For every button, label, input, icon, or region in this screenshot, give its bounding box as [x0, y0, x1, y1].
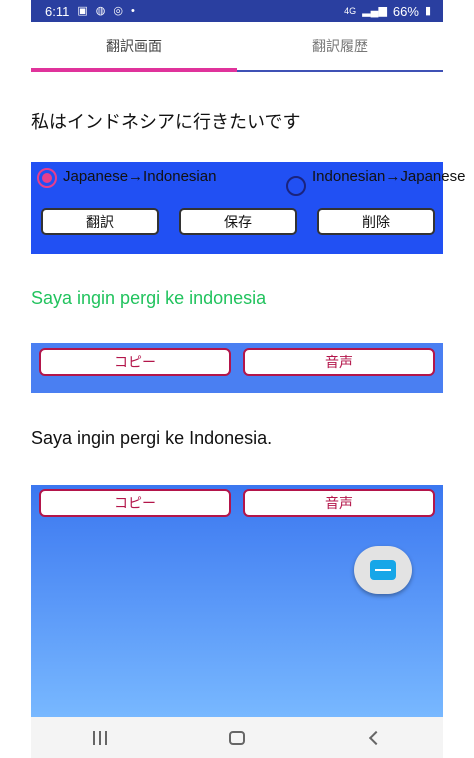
second-buttons: コピー 音声 [39, 489, 435, 517]
speak-button[interactable]: 音声 [243, 348, 435, 376]
home-icon [228, 730, 245, 745]
signal-icon: ▂▄▆ [362, 4, 387, 17]
gallery-icon: ▣ [77, 4, 88, 17]
floating-action-button[interactable] [354, 546, 412, 594]
system-nav-bar [31, 717, 443, 758]
battery-level: 66% [392, 3, 419, 19]
browser-icon: ◍ [95, 4, 106, 17]
control-panel: Japanese→Indonesian Indonesian→Japanese … [31, 162, 465, 254]
radio-id-to-ja-label: Indonesian→Japanese [312, 168, 466, 185]
tab-bar: 翻訳画面 翻訳履歴 [31, 22, 443, 72]
copy-button[interactable]: コピー [39, 348, 231, 376]
status-bar: 6:11 ▣ ◍ ◎ • 4G ▂▄▆ 66% ▮ [31, 0, 443, 22]
back-button[interactable] [344, 723, 404, 753]
radio-ja-to-id[interactable]: Japanese→Indonesian [37, 168, 216, 188]
home-button[interactable] [207, 723, 267, 753]
network-type: 4G [344, 6, 357, 16]
result-buttons: コピー 音声 [39, 348, 435, 376]
action-buttons: 翻訳 保存 削除 [41, 208, 435, 235]
second-copy-button[interactable]: コピー [39, 489, 231, 517]
radio-id-to-ja[interactable]: Indonesian→Japanese [286, 168, 465, 196]
chrome-icon: ◎ [113, 4, 123, 17]
status-time: 6:11 [45, 3, 70, 19]
recents-button[interactable] [70, 723, 130, 753]
keyboard-icon [370, 560, 396, 580]
second-speak-button[interactable]: 音声 [243, 489, 435, 517]
radio-checked-icon [37, 168, 57, 188]
notification-dot-icon: • [130, 4, 135, 17]
second-action-panel: コピー 音声 [31, 485, 443, 717]
second-result-text: Saya ingin pergi ke Indonesia. [31, 428, 273, 448]
back-icon [369, 730, 384, 745]
tab-translate[interactable]: 翻訳画面 [31, 22, 237, 72]
recents-icon [92, 730, 107, 745]
radio-unchecked-icon [286, 176, 306, 196]
direction-group: Japanese→Indonesian Indonesian→Japanese [37, 168, 465, 208]
delete-button[interactable]: 削除 [317, 208, 435, 235]
result-text: Saya ingin pergi ke indonesia [31, 288, 267, 308]
result-action-panel: コピー 音声 [31, 343, 443, 393]
battery-icon: ▮ [424, 4, 431, 17]
tab-history[interactable]: 翻訳履歴 [237, 22, 443, 70]
radio-ja-to-id-label: Japanese→Indonesian [63, 168, 217, 185]
save-button[interactable]: 保存 [179, 208, 297, 235]
source-text[interactable]: 私はインドネシアに行きたいです [31, 108, 300, 134]
translate-button[interactable]: 翻訳 [41, 208, 159, 235]
